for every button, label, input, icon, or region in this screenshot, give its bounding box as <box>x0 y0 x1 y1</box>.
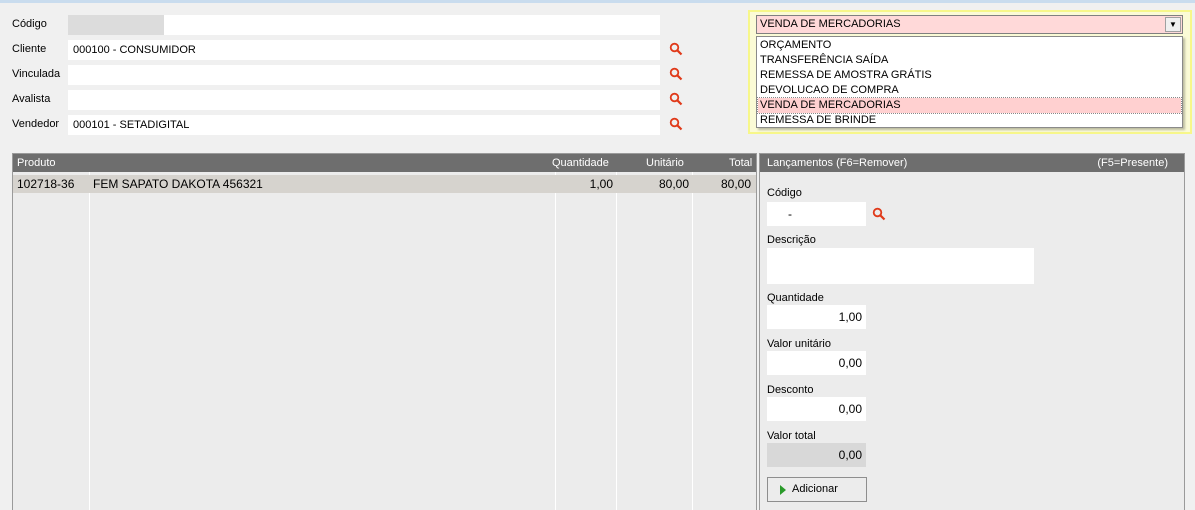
col-total[interactable]: Total <box>729 154 752 172</box>
cliente-search-icon[interactable] <box>669 42 683 56</box>
lancamentos-title: Lançamentos (F6=Remover) <box>767 157 908 169</box>
column-divider <box>89 172 90 510</box>
valor-unitario-label: Valor unitário <box>767 338 831 350</box>
codigo-prefix-field[interactable] <box>68 15 164 35</box>
desconto-field[interactable]: 0,00 <box>767 397 866 421</box>
column-divider <box>692 172 693 510</box>
item-codigo-field[interactable]: - <box>767 202 866 226</box>
lancamentos-header: Lançamentos (F6=Remover) (F5=Presente) <box>760 154 1184 172</box>
row-quantidade: 1,00 <box>589 177 613 191</box>
column-divider <box>555 172 556 510</box>
valor-total-label: Valor total <box>767 430 816 442</box>
avalista-field[interactable] <box>68 90 660 110</box>
vendedor-field[interactable]: 000101 - SETADIGITAL <box>68 115 660 135</box>
quantidade-label: Quantidade <box>767 292 824 304</box>
add-button-label: Adicionar <box>792 483 838 495</box>
row-codigo: 102718-36 <box>17 177 75 191</box>
avalista-search-icon[interactable] <box>669 92 683 106</box>
presente-hint: (F5=Presente) <box>1097 157 1168 169</box>
col-produto[interactable]: Produto <box>17 154 56 172</box>
cliente-field[interactable]: 000100 - CONSUMIDOR <box>68 40 660 60</box>
column-divider <box>616 172 617 510</box>
descricao-label: Descrição <box>767 234 816 246</box>
col-quantidade[interactable]: Quantidade <box>552 154 609 172</box>
quantidade-field[interactable]: 1,00 <box>767 305 866 329</box>
window-top-border <box>0 0 1195 3</box>
codigo-label: Código <box>12 18 47 30</box>
operation-option[interactable]: ORÇAMENTO <box>758 38 1181 53</box>
operation-option[interactable]: REMESSA DE AMOSTRA GRÁTIS <box>758 68 1181 83</box>
row-total: 80,00 <box>720 177 751 191</box>
vendedor-label: Vendedor <box>12 118 60 130</box>
col-unitario[interactable]: Unitário <box>646 154 684 172</box>
item-search-icon[interactable] <box>872 207 886 221</box>
operation-select[interactable]: VENDA DE MERCADORIAS ▼ <box>756 15 1183 34</box>
descricao-field[interactable] <box>767 248 1034 284</box>
operation-option[interactable]: DEVOLUCAO DE COMPRA <box>758 83 1181 98</box>
valor-total-field: 0,00 <box>767 443 866 467</box>
vinculada-label: Vinculada <box>12 68 61 80</box>
table-row[interactable]: 102718-36 FEM SAPATO DAKOTA 456321 1,00 … <box>13 175 756 193</box>
avalista-label: Avalista <box>12 93 51 105</box>
operation-dropdown-list: ORÇAMENTO TRANSFERÊNCIA SAÍDA REMESSA DE… <box>756 36 1183 128</box>
chevron-down-icon[interactable]: ▼ <box>1165 17 1181 32</box>
vendedor-search-icon[interactable] <box>669 117 683 131</box>
item-codigo-label: Código <box>767 187 802 199</box>
items-grid[interactable]: Produto Quantidade Unitário Total 102718… <box>12 153 757 510</box>
desconto-label: Desconto <box>767 384 814 396</box>
window-right-edge <box>1185 153 1195 510</box>
row-unitario: 80,00 <box>658 177 689 191</box>
add-button[interactable]: Adicionar <box>767 477 867 502</box>
vinculada-field[interactable] <box>68 65 660 85</box>
items-grid-header: Produto Quantidade Unitário Total <box>13 154 756 172</box>
valor-unitario-field[interactable]: 0,00 <box>767 351 866 375</box>
cliente-label: Cliente <box>12 43 47 55</box>
play-icon <box>780 485 786 495</box>
codigo-field[interactable] <box>164 15 660 35</box>
row-descricao: FEM SAPATO DAKOTA 456321 <box>93 177 263 191</box>
operation-selected-value: VENDA DE MERCADORIAS <box>760 18 901 30</box>
operation-option[interactable]: TRANSFERÊNCIA SAÍDA <box>758 53 1181 68</box>
operation-option[interactable]: REMESSA DE BRINDE <box>758 113 1181 128</box>
operation-option-selected[interactable]: VENDA DE MERCADORIAS <box>757 97 1182 114</box>
vinculada-search-icon[interactable] <box>669 67 683 81</box>
